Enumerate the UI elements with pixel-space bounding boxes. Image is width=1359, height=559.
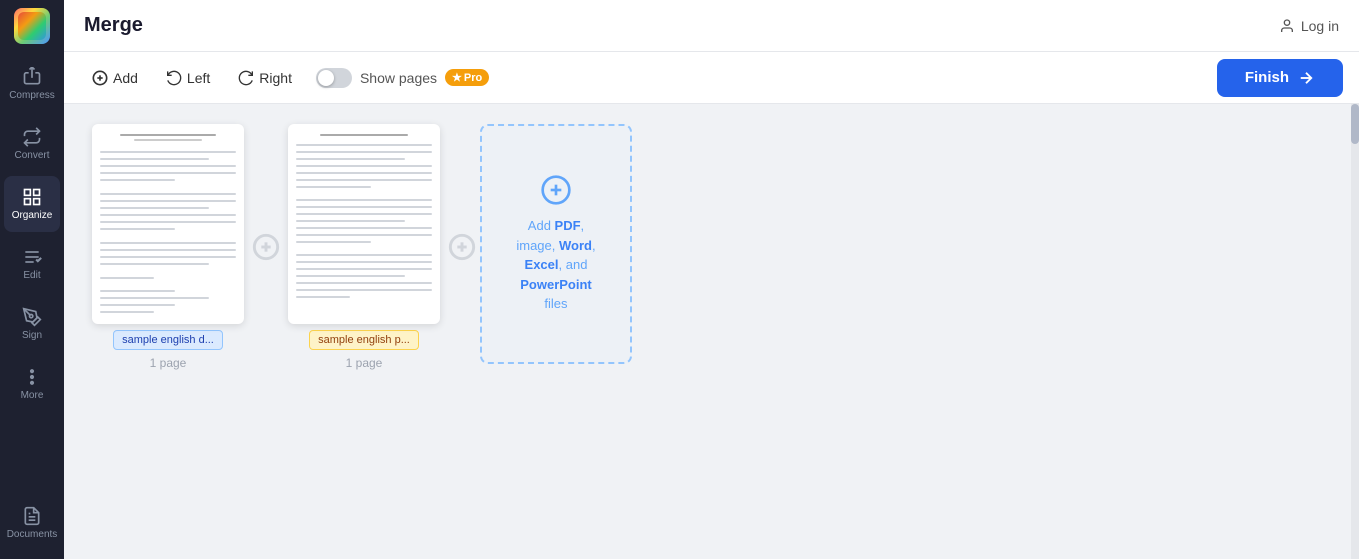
pro-badge: ★Pro: [445, 69, 489, 86]
dropzone-pdf: PDF: [555, 218, 581, 233]
finish-button[interactable]: Finish: [1217, 59, 1343, 97]
sidebar-item-edit[interactable]: Edit: [4, 236, 60, 292]
login-button[interactable]: Log in: [1279, 18, 1339, 34]
show-pages-toggle-container: Show pages ★Pro: [316, 68, 489, 88]
dropzone-word: Word: [559, 238, 592, 253]
sidebar-organize-label: Organize: [12, 210, 53, 221]
sidebar-edit-label: Edit: [23, 270, 40, 281]
user-icon: [1279, 18, 1295, 34]
add-dropzone-icon: [540, 174, 572, 206]
add-between-1[interactable]: [248, 229, 284, 265]
doc1-wrapper: sample english d... 1 page: [88, 124, 480, 370]
toggle-knob: [318, 70, 334, 86]
sidebar-item-convert[interactable]: Convert: [4, 116, 60, 172]
left-label: Left: [187, 70, 210, 86]
dropzone-and: , and: [559, 257, 588, 272]
dropzone-add-prefix: Add: [528, 218, 555, 233]
right-label: Right: [259, 70, 292, 86]
add-icon: [92, 70, 108, 86]
add-between-icon-2: [448, 233, 476, 261]
header: Merge Log in: [64, 0, 1359, 52]
add-between-icon-1: [252, 233, 280, 261]
app-logo[interactable]: [14, 8, 50, 44]
sidebar-item-compress[interactable]: Compress: [4, 56, 60, 112]
add-dropzone[interactable]: Add PDF, image, Word, Excel, and PowerPo…: [480, 124, 632, 364]
dropzone-comma3: ,: [592, 238, 596, 253]
dropzone-comma2: ,: [552, 238, 559, 253]
main-content: Merge Log in Add Left: [64, 0, 1359, 559]
show-pages-label: Show pages: [360, 70, 437, 86]
add-button[interactable]: Add: [80, 64, 150, 92]
add-dropzone-text: Add PDF, image, Word, Excel, and PowerPo…: [516, 216, 595, 314]
doc2-thumbnail: [288, 124, 440, 324]
arrow-right-icon: [1297, 69, 1315, 87]
sidebar-more-label: More: [21, 390, 44, 401]
dropzone-suffix: files: [544, 296, 567, 311]
rotate-right-icon: [238, 70, 254, 86]
login-label: Log in: [1301, 18, 1339, 34]
add-label: Add: [113, 70, 138, 86]
canvas-area: sample english d... 1 page: [64, 104, 1359, 559]
dropzone-powerpoint: PowerPoint: [520, 277, 592, 292]
doc2-name-badge: sample english p...: [309, 330, 419, 350]
dropzone-excel: Excel: [525, 257, 559, 272]
show-pages-toggle[interactable]: [316, 68, 352, 88]
sidebar-convert-label: Convert: [14, 150, 49, 161]
page-title: Merge: [84, 14, 143, 37]
sidebar-item-organize[interactable]: Organize: [4, 176, 60, 232]
rotate-left-icon: [166, 70, 182, 86]
dropzone-comma1: ,: [581, 218, 585, 233]
doc1-page-count: 1 page: [150, 356, 187, 370]
doc2-card[interactable]: sample english p... 1 page: [284, 124, 444, 370]
sidebar-compress-label: Compress: [9, 90, 55, 101]
left-button[interactable]: Left: [154, 64, 222, 92]
doc1-card[interactable]: sample english d... 1 page: [88, 124, 248, 370]
sidebar-sign-label: Sign: [22, 330, 42, 341]
finish-label: Finish: [1245, 69, 1289, 86]
sidebar-item-sign[interactable]: Sign: [4, 296, 60, 352]
star-icon: ★: [452, 72, 462, 84]
doc2-page-count: 1 page: [346, 356, 383, 370]
sidebar: Compress Convert Organize Edit: [0, 0, 64, 559]
right-button[interactable]: Right: [226, 64, 304, 92]
scrollbar-thumb[interactable]: [1351, 104, 1359, 144]
add-between-2[interactable]: [444, 229, 480, 265]
sidebar-documents-label: Documents: [7, 529, 58, 540]
doc1-thumbnail: [92, 124, 244, 324]
scrollbar-track: [1351, 104, 1359, 559]
doc1-name-badge: sample english d...: [113, 330, 223, 350]
sidebar-item-more[interactable]: More: [4, 356, 60, 412]
sidebar-item-documents[interactable]: Documents: [4, 495, 60, 551]
dropzone-image: image: [516, 238, 551, 253]
toolbar: Add Left Right Show pages ★Pro: [64, 52, 1359, 104]
